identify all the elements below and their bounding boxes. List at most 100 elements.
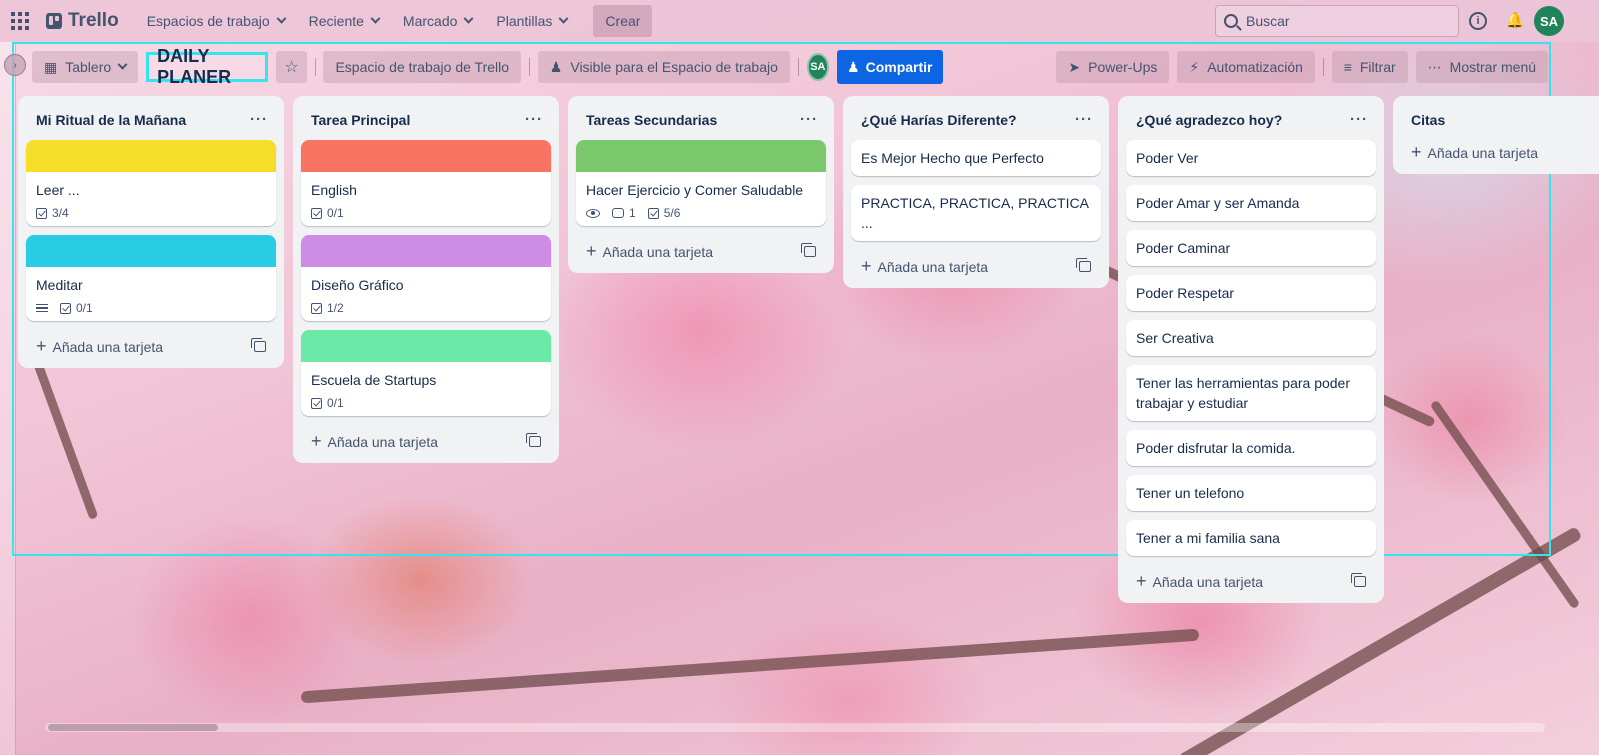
card[interactable]: Poder Amar y ser Amanda: [1126, 185, 1376, 221]
share-button[interactable]: ♟ Compartir: [837, 50, 943, 84]
show-menu-button[interactable]: ⋯ Mostrar menú: [1415, 51, 1548, 83]
divider: [529, 58, 530, 76]
card[interactable]: English 0/1: [301, 140, 551, 226]
comments-badge: 1: [612, 206, 636, 220]
board-view-icon: ▦: [44, 58, 58, 75]
card-cover: [576, 140, 826, 172]
card[interactable]: Diseño Gráfico 1/2: [301, 235, 551, 321]
scrollbar-thumb[interactable]: [48, 724, 218, 731]
add-card-label: Añada una tarjeta: [327, 434, 439, 450]
add-card-button[interactable]: + Añada una tarjeta: [311, 432, 438, 450]
list-title[interactable]: Mi Ritual de la Mañana: [36, 112, 186, 128]
list-header[interactable]: Tareas Secundarias ···: [576, 104, 826, 136]
list-actions-icon[interactable]: ···: [1350, 113, 1368, 127]
trello-logo[interactable]: Trello: [46, 10, 119, 32]
create-from-template-icon[interactable]: [1351, 572, 1366, 587]
card[interactable]: Hacer Ejercicio y Comer Saludable 1 5/6: [576, 140, 826, 226]
list-header[interactable]: Tarea Principal ···: [301, 104, 551, 136]
add-card-row: + Añada una tarjeta: [851, 250, 1101, 282]
list-citas: Citas + Añada una tarjeta: [1393, 96, 1599, 174]
card-cover: [301, 140, 551, 172]
more-icon: ⋯: [1427, 58, 1442, 75]
app-switcher-icon[interactable]: [8, 9, 32, 33]
create-from-template-icon[interactable]: [526, 432, 541, 447]
create-from-template-icon[interactable]: [251, 337, 266, 352]
add-card-label: Añada una tarjeta: [52, 339, 164, 355]
star-board-button[interactable]: ☆: [276, 51, 307, 83]
board-title[interactable]: DAILY PLANER: [146, 46, 269, 87]
add-card-button[interactable]: + Añada una tarjeta: [861, 257, 988, 275]
card[interactable]: Meditar 0/1: [26, 235, 276, 321]
notifications-bell-icon[interactable]: 🔔: [1505, 10, 1525, 30]
list-title[interactable]: Tarea Principal: [311, 112, 410, 128]
list-actions-icon[interactable]: ···: [800, 113, 818, 127]
card[interactable]: PRACTICA, PRACTICA, PRACTICA ...: [851, 185, 1101, 241]
list-actions-icon[interactable]: ···: [525, 113, 543, 127]
card-title: Meditar: [36, 277, 83, 293]
card[interactable]: Poder Caminar: [1126, 230, 1376, 266]
list-header[interactable]: ¿Qué Harías Diferente? ···: [851, 104, 1101, 136]
list-header[interactable]: Mi Ritual de la Mañana ···: [26, 104, 276, 136]
list-title[interactable]: Citas: [1411, 112, 1445, 128]
member-avatar[interactable]: SA: [806, 53, 830, 81]
add-card-row: + Añada una tarjeta: [26, 330, 276, 362]
add-card-row: + Añada una tarjeta: [1126, 565, 1376, 597]
search-input[interactable]: Buscar: [1215, 5, 1459, 37]
card[interactable]: Tener un telefono: [1126, 475, 1376, 511]
list-tareas-secundarias: Tareas Secundarias ··· Hacer Ejercicio y…: [568, 96, 834, 273]
search-placeholder: Buscar: [1246, 13, 1290, 29]
list-header[interactable]: ¿Qué agradezco hoy? ···: [1126, 104, 1376, 136]
nav-templates[interactable]: Plantillas: [486, 5, 577, 37]
info-icon[interactable]: i: [1469, 12, 1487, 30]
card-title: English: [311, 182, 357, 198]
checklist-icon: [36, 207, 47, 219]
list-tarea-principal: Tarea Principal ··· English 0/1 Diseño G…: [293, 96, 559, 463]
account-avatar[interactable]: SA: [1534, 6, 1564, 36]
comment-icon: [612, 208, 624, 218]
add-card-button[interactable]: + Añada una tarjeta: [1411, 143, 1538, 161]
card[interactable]: Poder Respetar: [1126, 275, 1376, 311]
chevron-down-icon: [117, 59, 128, 70]
card[interactable]: Es Mejor Hecho que Perfecto: [851, 140, 1101, 176]
search-icon: [1224, 14, 1238, 28]
card[interactable]: Ser Creativa: [1126, 320, 1376, 356]
workspace-button[interactable]: Espacio de trabajo de Trello: [323, 51, 522, 83]
add-card-button[interactable]: + Añada una tarjeta: [1136, 572, 1263, 590]
list-actions-icon[interactable]: ···: [250, 113, 268, 127]
create-button[interactable]: Crear: [593, 5, 653, 37]
list-title[interactable]: ¿Qué agradezco hoy?: [1136, 112, 1282, 128]
list-header[interactable]: Citas: [1401, 104, 1591, 136]
add-card-button[interactable]: + Añada una tarjeta: [586, 242, 713, 260]
checklist-count: 0/1: [76, 301, 93, 315]
star-icon: ☆: [284, 59, 299, 76]
list-title[interactable]: ¿Qué Harías Diferente?: [861, 112, 1017, 128]
card[interactable]: Escuela de Startups 0/1: [301, 330, 551, 416]
board-view-switcher[interactable]: ▦ Tablero: [32, 51, 139, 83]
horizontal-scrollbar[interactable]: [45, 723, 1545, 732]
list-actions-icon[interactable]: ···: [1075, 113, 1093, 127]
card-cover: [301, 330, 551, 362]
nav-recent[interactable]: Reciente: [299, 5, 389, 37]
automation-button[interactable]: ⚡ Automatización: [1177, 51, 1315, 83]
card[interactable]: Leer ... 3/4: [26, 140, 276, 226]
description-icon: [36, 303, 48, 313]
add-card-label: Añada una tarjeta: [1427, 145, 1539, 161]
nav-starred[interactable]: Marcado: [393, 5, 482, 37]
card[interactable]: Tener a mi familia sana: [1126, 520, 1376, 556]
add-card-button[interactable]: + Añada una tarjeta: [36, 337, 163, 355]
nav-workspaces[interactable]: Espacios de trabajo: [137, 5, 295, 37]
add-person-icon: ♟: [847, 58, 860, 75]
plus-icon: +: [36, 336, 47, 356]
card[interactable]: Tener las herramientas para poder trabaj…: [1126, 365, 1376, 421]
filter-button[interactable]: ≡ Filtrar: [1331, 51, 1408, 83]
chevron-down-icon: [558, 13, 569, 24]
card[interactable]: Poder disfrutar la comida.: [1126, 430, 1376, 466]
list-title[interactable]: Tareas Secundarias: [586, 112, 717, 128]
background-branch: [300, 628, 1200, 704]
create-from-template-icon[interactable]: [801, 242, 816, 257]
checklist-badge: 0/1: [60, 301, 93, 315]
power-ups-button[interactable]: ➤ Power-Ups: [1056, 51, 1170, 83]
visibility-button[interactable]: ♟ Visible para el Espacio de trabajo: [537, 51, 790, 83]
create-from-template-icon[interactable]: [1076, 257, 1091, 272]
card[interactable]: Poder Ver: [1126, 140, 1376, 176]
